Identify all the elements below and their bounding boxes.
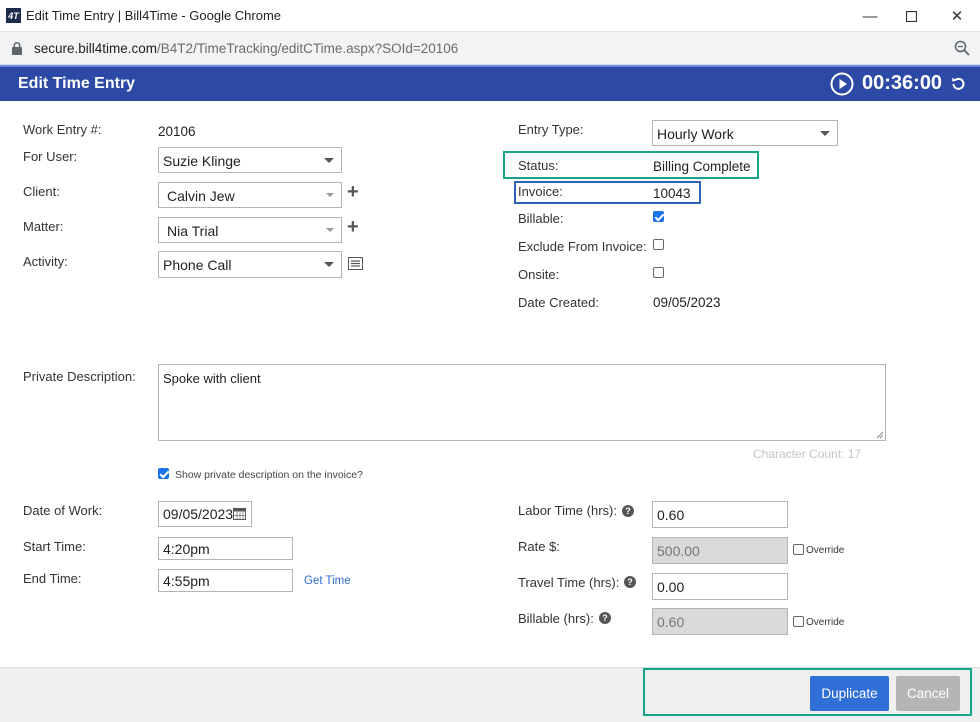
travel-time-input[interactable]: 0.00 <box>652 573 788 600</box>
play-timer-icon[interactable] <box>830 72 854 96</box>
matter-select[interactable]: Nia Trial <box>158 217 342 243</box>
for-user-value: Suzie Klinge <box>163 153 241 169</box>
chevron-down-icon <box>326 193 334 197</box>
rate-override-checkbox[interactable] <box>793 544 804 555</box>
activity-select[interactable]: Phone Call <box>158 251 342 278</box>
client-value: Calvin Jew <box>167 188 235 204</box>
help-icon[interactable]: ? <box>599 612 611 624</box>
chevron-down-icon <box>324 262 334 267</box>
zoom-icon[interactable] <box>954 40 970 56</box>
add-matter-icon[interactable]: + <box>347 216 359 239</box>
entry-type-label: Entry Type: <box>518 122 584 137</box>
activity-value: Phone Call <box>163 257 232 273</box>
date-of-work-value: 09/05/2023 <box>163 506 234 522</box>
private-description-label: Private Description: <box>23 369 136 384</box>
page-title: Edit Time Entry <box>18 75 136 92</box>
chevron-down-icon <box>326 228 334 232</box>
billable-hours-label: Billable (hrs): <box>518 611 594 626</box>
end-time-value: 4:55pm <box>163 573 210 589</box>
cancel-button[interactable]: Cancel <box>896 676 960 711</box>
resize-handle-icon[interactable] <box>876 431 884 439</box>
for-user-label: For User: <box>23 149 78 164</box>
window-title: Edit Time Entry | Bill4Time - Google Chr… <box>26 8 282 23</box>
travel-time-label: Travel Time (hrs): <box>518 575 620 590</box>
billable-checkbox[interactable] <box>653 211 664 222</box>
entry-type-select[interactable]: Hourly Work <box>652 120 838 146</box>
date-created-label: Date Created: <box>518 295 599 310</box>
activity-list-icon[interactable] <box>348 257 363 270</box>
status-value: Billing Complete <box>653 159 751 174</box>
work-entry-label: Work Entry #: <box>23 122 102 137</box>
rate-override-label: Override <box>806 545 845 556</box>
for-user-select[interactable]: Suzie Klinge <box>158 147 342 173</box>
end-time-label: End Time: <box>23 571 82 586</box>
bill4time-logo-icon: 4T <box>6 8 21 23</box>
page-header: Edit Time Entry 00:36:00 <box>0 65 980 101</box>
minimize-icon[interactable]: — <box>860 6 880 26</box>
billable-override-checkbox[interactable] <box>793 616 804 627</box>
rate-input: 500.00 <box>652 537 788 564</box>
billable-hours-value: 0.60 <box>657 614 685 630</box>
help-icon[interactable]: ? <box>622 505 634 517</box>
matter-label: Matter: <box>23 219 64 234</box>
show-description-label: Show private description on the invoice? <box>175 469 363 481</box>
activity-label: Activity: <box>23 254 68 269</box>
help-icon[interactable]: ? <box>624 576 636 588</box>
end-time-input[interactable]: 4:55pm <box>158 569 293 592</box>
travel-time-value: 0.00 <box>657 579 685 595</box>
entry-type-value: Hourly Work <box>657 126 734 142</box>
close-window-icon[interactable]: ✕ <box>947 6 967 26</box>
onsite-checkbox[interactable] <box>653 267 664 278</box>
character-count: Character Count: 17 <box>753 447 862 461</box>
address-bar[interactable]: secure.bill4time.com/B4T2/TimeTracking/e… <box>0 32 980 65</box>
billable-label: Billable: <box>518 211 564 226</box>
start-time-input[interactable]: 4:20pm <box>158 537 293 560</box>
billable-hours-input: 0.60 <box>652 608 788 635</box>
invoice-value[interactable]: 10043 <box>653 186 691 201</box>
chevron-down-icon <box>820 131 830 136</box>
url-text: secure.bill4time.com/B4T2/TimeTracking/e… <box>34 41 459 56</box>
date-created-value: 09/05/2023 <box>653 295 721 310</box>
date-of-work-label: Date of Work: <box>23 503 103 518</box>
start-time-label: Start Time: <box>23 539 86 554</box>
maximize-icon[interactable] <box>901 6 921 26</box>
rate-value: 500.00 <box>657 543 700 559</box>
billable-override-label: Override <box>806 617 845 628</box>
work-entry-value: 20106 <box>158 124 196 139</box>
invoice-label: Invoice: <box>518 184 563 199</box>
status-label: Status: <box>518 158 559 173</box>
add-client-icon[interactable]: + <box>347 181 359 204</box>
show-description-checkbox[interactable] <box>158 468 169 479</box>
get-time-link[interactable]: Get Time <box>304 575 351 587</box>
chevron-down-icon <box>324 158 334 163</box>
lock-icon <box>12 42 22 55</box>
calendar-icon[interactable] <box>233 507 246 520</box>
browser-title-bar: 4T Edit Time Entry | Bill4Time - Google … <box>0 0 980 32</box>
private-description-textarea[interactable]: Spoke with client <box>158 364 886 441</box>
client-label: Client: <box>23 184 60 199</box>
exclude-from-invoice-checkbox[interactable] <box>653 239 664 250</box>
exclude-from-invoice-label: Exclude From Invoice: <box>518 239 647 254</box>
labor-time-label: Labor Time (hrs): <box>518 503 617 518</box>
start-time-value: 4:20pm <box>163 541 210 557</box>
labor-time-value: 0.60 <box>657 507 685 523</box>
duplicate-button[interactable]: Duplicate <box>810 676 889 711</box>
rate-label: Rate $: <box>518 539 560 554</box>
matter-value: Nia Trial <box>167 223 219 239</box>
labor-time-input[interactable]: 0.60 <box>652 501 788 528</box>
client-select[interactable]: Calvin Jew <box>158 182 342 208</box>
onsite-label: Onsite: <box>518 267 560 282</box>
reset-timer-icon[interactable] <box>950 76 966 92</box>
timer-display: 00:36:00 <box>862 72 943 94</box>
private-description-value: Spoke with client <box>163 371 261 386</box>
